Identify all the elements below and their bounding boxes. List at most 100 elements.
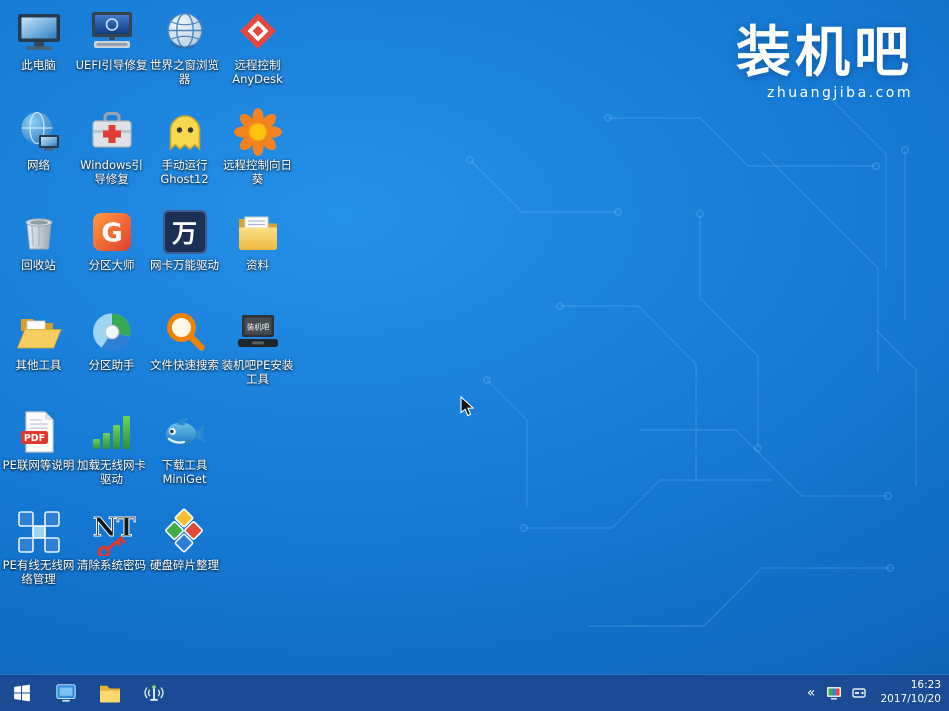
- desktop-icon-label: 文件快速搜索: [150, 358, 219, 372]
- desktop-icon-label: 其他工具: [16, 358, 62, 372]
- desktop-icon-clear-password[interactable]: NT 清除系统密码: [75, 506, 148, 606]
- desktop-icon-row: 回收站 G 分区大师 万 网卡万能驱动: [2, 206, 302, 306]
- desktop-icon-label: 分区助手: [89, 358, 135, 372]
- brand-logo: 装机吧 zhuangjiba.com: [736, 24, 913, 101]
- desktop[interactable]: 装机吧 zhuangjiba.com 此电脑 UEFI引导修复: [0, 0, 949, 711]
- desktop-icon-partition-master[interactable]: G 分区大师: [75, 206, 148, 306]
- desktop-icon-label: 远程控制向日葵: [222, 158, 294, 186]
- desktop-icon-nic-driver[interactable]: 万 网卡万能驱动: [148, 206, 221, 306]
- display-settings-icon[interactable]: [826, 685, 842, 701]
- desktop-icon-anydesk[interactable]: 远程控制AnyDesk: [221, 6, 294, 106]
- screen: 装机吧 zhuangjiba.com 此电脑 UEFI引导修复: [0, 0, 949, 711]
- desktop-icon-label: 分区大师: [89, 258, 135, 272]
- desktop-icon-pdf-readme[interactable]: PDF PE联网等说明: [2, 406, 75, 506]
- desktop-icon-sunflower-remote[interactable]: 远程控制向日葵: [221, 106, 294, 206]
- desktop-icon-row: PE有线无线网络管理 NT 清除系统密码 硬盘碎片整理: [2, 506, 302, 606]
- desktop-icon-row: 此电脑 UEFI引导修复 世界之窗浏览器: [2, 6, 302, 106]
- taskbar-pe-tool-button[interactable]: [44, 675, 88, 711]
- desktop-icon-pe-network-manager[interactable]: PE有线无线网络管理: [2, 506, 75, 606]
- desktop-icon-zjb-pe-installer[interactable]: 装机吧 装机吧PE安装工具: [221, 306, 294, 406]
- taskbar-left: [0, 675, 176, 711]
- desktop-icon-label: 远程控制AnyDesk: [222, 58, 294, 86]
- taskbar-wireless-tool-button[interactable]: [132, 675, 176, 711]
- svg-text:PDF: PDF: [23, 433, 44, 444]
- desktop-icon-row: PDF PE联网等说明 加载无线网卡驱动 下载工具MiniGet: [2, 406, 302, 506]
- svg-text:NT: NT: [93, 513, 136, 543]
- desktop-icon-label: PE有线无线网络管理: [3, 558, 75, 586]
- wifi-driver-icon: [88, 408, 136, 456]
- desktop-icon-documents-folder[interactable]: 资料: [221, 206, 294, 306]
- windows-boot-repair-icon: [88, 108, 136, 156]
- wireless-antenna-icon: [143, 682, 165, 704]
- partition-master-icon: G: [88, 208, 136, 256]
- taskbar-tray: « 16:23 2017/10/20: [805, 675, 949, 711]
- taskbar-clock[interactable]: 16:23 2017/10/20: [876, 679, 941, 706]
- windows-logo-icon: [13, 684, 31, 702]
- other-tools-icon: [15, 308, 63, 356]
- desktop-icon-row: 网络 Windows引导修复 手动运行Ghost12: [2, 106, 302, 206]
- desktop-icon-label: 回收站: [21, 258, 56, 272]
- sunflower-remote-icon: [234, 108, 282, 156]
- desktop-icon-label: 网卡万能驱动: [150, 258, 219, 272]
- desktop-icon-label: 资料: [246, 258, 269, 272]
- desktop-icon-ghost12[interactable]: 手动运行Ghost12: [148, 106, 221, 206]
- desktop-icon-row: 其他工具 分区助手 文件快速搜索 装机吧: [2, 306, 302, 406]
- desktop-icon-label: 下载工具MiniGet: [149, 458, 221, 486]
- desktop-icon-label: 此电脑: [21, 58, 56, 72]
- disk-defrag-icon: [161, 508, 209, 556]
- pe-network-manager-icon: [15, 508, 63, 556]
- ghost12-icon: [161, 108, 209, 156]
- taskbar-file-explorer-button[interactable]: [88, 675, 132, 711]
- desktop-icon-label: UEFI引导修复: [76, 58, 148, 72]
- nic-driver-icon: 万: [161, 208, 209, 256]
- desktop-icon-this-pc[interactable]: 此电脑: [2, 6, 75, 106]
- pdf-readme-icon: PDF: [15, 408, 63, 456]
- documents-folder-icon: [234, 208, 282, 256]
- desktop-icon-uefi-repair[interactable]: UEFI引导修复: [75, 6, 148, 106]
- file-explorer-icon: [99, 683, 121, 703]
- file-search-icon: [161, 308, 209, 356]
- taskbar: « 16:23 2017/10/20: [0, 675, 949, 711]
- miniget-icon: [161, 408, 209, 456]
- desktop-icon-theworld-browser[interactable]: 世界之窗浏览器: [148, 6, 221, 106]
- clear-password-icon: NT: [88, 508, 136, 556]
- theworld-browser-icon: [161, 8, 209, 56]
- desktop-icon-disk-defrag[interactable]: 硬盘碎片整理: [148, 506, 221, 606]
- svg-text:装机吧: 装机吧: [246, 322, 269, 332]
- desktop-icon-network[interactable]: 网络: [2, 106, 75, 206]
- svg-text:G: G: [101, 219, 122, 249]
- desktop-icon-label: 硬盘碎片整理: [150, 558, 219, 572]
- desktop-icon-windows-boot-repair[interactable]: Windows引导修复: [75, 106, 148, 206]
- uefi-repair-icon: [88, 8, 136, 56]
- start-button[interactable]: [0, 675, 44, 711]
- mouse-cursor: [459, 396, 474, 417]
- desktop-icon-grid: 此电脑 UEFI引导修复 世界之窗浏览器: [2, 6, 302, 606]
- desktop-icon-label: 加载无线网卡驱动: [76, 458, 148, 486]
- clock-date: 2017/10/20: [880, 693, 941, 707]
- desktop-icon-wifi-driver[interactable]: 加载无线网卡驱动: [75, 406, 148, 506]
- desktop-icon-label: 世界之窗浏览器: [149, 58, 221, 86]
- desktop-icon-partition-assistant[interactable]: 分区助手: [75, 306, 148, 406]
- desktop-icon-label: PE联网等说明: [3, 458, 75, 472]
- desktop-icon-label: 装机吧PE安装工具: [222, 358, 294, 386]
- desktop-icon-label: 网络: [27, 158, 50, 172]
- tray-device-icon[interactable]: [851, 685, 867, 701]
- hidden-icons-chevron[interactable]: «: [805, 686, 818, 700]
- desktop-icon-recycle-bin[interactable]: 回收站: [2, 206, 75, 306]
- recycle-bin-icon: [15, 208, 63, 256]
- this-pc-icon: [15, 8, 63, 56]
- anydesk-icon: [234, 8, 282, 56]
- zjb-pe-installer-icon: 装机吧: [234, 308, 282, 356]
- desktop-icon-other-tools[interactable]: 其他工具: [2, 306, 75, 406]
- clock-time: 16:23: [880, 679, 941, 693]
- pe-desktop-tool-icon: [55, 682, 77, 704]
- desktop-icon-file-search[interactable]: 文件快速搜索: [148, 306, 221, 406]
- network-icon: [15, 108, 63, 156]
- partition-assistant-icon: [88, 308, 136, 356]
- desktop-icon-miniget[interactable]: 下载工具MiniGet: [148, 406, 221, 506]
- desktop-icon-label: 清除系统密码: [77, 558, 146, 572]
- desktop-icon-label: Windows引导修复: [76, 158, 148, 186]
- brand-logo-subtitle: zhuangjiba.com: [736, 85, 913, 101]
- desktop-icon-label: 手动运行Ghost12: [149, 158, 221, 186]
- brand-logo-title: 装机吧: [736, 24, 913, 82]
